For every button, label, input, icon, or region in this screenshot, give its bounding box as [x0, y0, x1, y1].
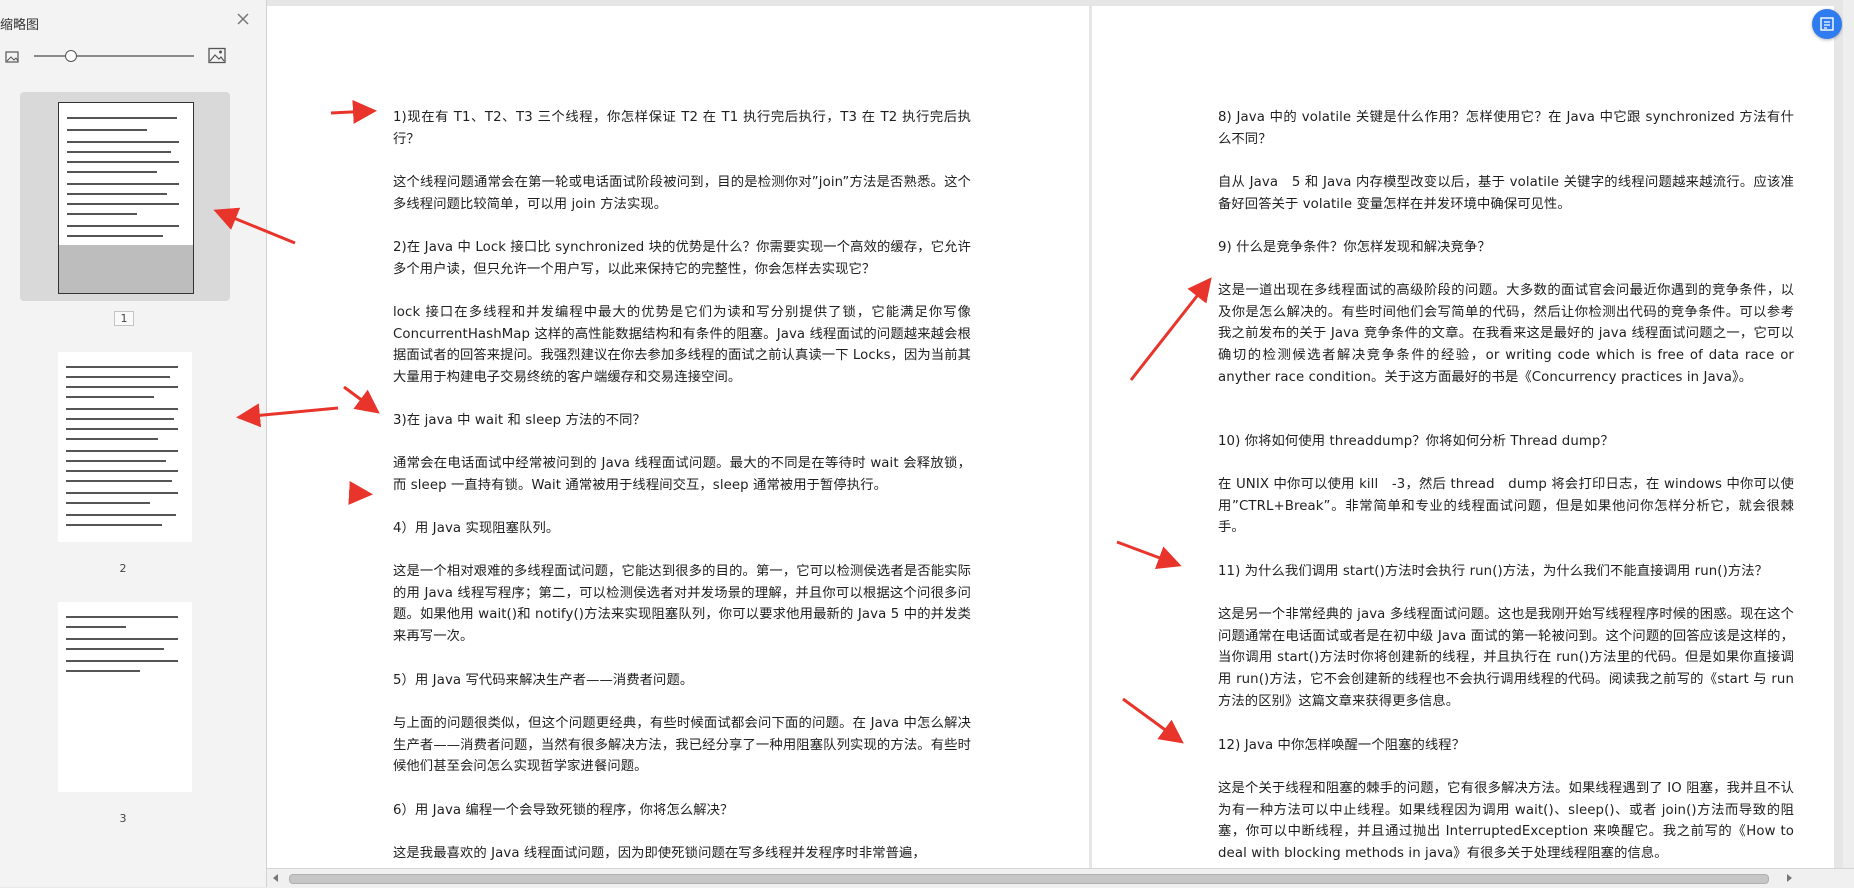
- thumbnail-page-preview: [58, 102, 194, 294]
- document-icon: [1820, 17, 1834, 31]
- scrollbar-thumb[interactable]: [289, 874, 1769, 884]
- annotation-arrows: [213, 99, 1212, 744]
- document-page-right: 8) Java 中的 volatile 关键是什么作用？怎样使用它？在 Java…: [1092, 6, 1834, 868]
- document-viewer[interactable]: 1)现在有 T1、T2、T3 三个线程，你怎样保证 T2 在 T1 执行完后执行…: [213, 0, 1854, 868]
- answer-paragraph: 自从 Java 5 和 Java 内存模型改变以后，基于 volatile 关键…: [1218, 175, 1794, 212]
- close-icon[interactable]: [234, 10, 252, 28]
- answer-paragraph: 这是一个相对艰难的多线程面试问题，它能达到很多的目的。第一，它可以检测侯选者是否…: [393, 564, 971, 645]
- question-heading: 1)现在有 T1、T2、T3 三个线程，你怎样保证 T2 在 T1 执行完后执行…: [393, 110, 971, 147]
- scroll-right-arrow-icon[interactable]: [1787, 874, 1792, 882]
- thumbnail-page-number: 2: [119, 562, 127, 575]
- question-heading: 9) 什么是竞争条件？你怎样发现和解决竞争？: [1218, 240, 1491, 255]
- thumbnail-panel: 缩略图 1 2 3: [0, 0, 267, 887]
- thumbnail-page-1[interactable]: [20, 92, 230, 301]
- horizontal-scrollbar[interactable]: [267, 868, 1854, 888]
- zoom-slider[interactable]: [34, 55, 194, 57]
- question-heading: 8) Java 中的 volatile 关键是什么作用？怎样使用它？在 Java…: [1218, 110, 1794, 147]
- question-heading: 2)在 Java 中 Lock 接口比 synchronized 块的优势是什么…: [393, 240, 971, 277]
- thumbnail-page-preview: [58, 352, 192, 542]
- question-heading: 6）用 Java 编程一个会导致死锁的程序，你将怎么解决？: [393, 803, 734, 818]
- panel-title: 缩略图: [0, 18, 40, 33]
- answer-paragraph: 这是一道出现在多线程面试的高级阶段的问题。大多数的面试官会问最近你遇到的竞争条件…: [1218, 283, 1794, 385]
- document-page-left: 1)现在有 T1、T2、T3 三个线程，你怎样保证 T2 在 T1 执行完后执行…: [267, 6, 1089, 868]
- answer-paragraph: lock 接口在多线程和并发编程中最大的优势是它们为读和写分别提供了锁，它能满足…: [393, 305, 971, 386]
- question-heading: 11) 为什么我们调用 start()方法时会执行 run()方法，为什么我们不…: [1218, 564, 1769, 579]
- scroll-left-arrow-icon[interactable]: [273, 874, 278, 882]
- zoom-slider-handle[interactable]: [65, 50, 77, 62]
- answer-paragraph: 在 UNIX 中你可以使用 kill -3，然后 thread dump 将会打…: [1218, 477, 1794, 536]
- question-heading: 4）用 Java 实现阻塞队列。: [393, 521, 560, 536]
- question-heading: 3)在 java 中 wait 和 sleep 方法的不同？: [393, 413, 646, 428]
- question-heading: 5）用 Java 写代码来解决生产者——消费者问题。: [393, 673, 694, 688]
- document-tools-button[interactable]: [1812, 9, 1842, 39]
- answer-paragraph: 这个线程问题通常会在第一轮或电话面试阶段被问到，目的是检测你对”join”方法是…: [393, 175, 971, 212]
- thumbnail-page-preview: [58, 602, 192, 792]
- answer-paragraph: 这是我最喜欢的 Java 线程面试问题，因为即使死锁问题在写多线程并发程序时非常…: [393, 846, 926, 861]
- answer-paragraph: 这是另一个非常经典的 java 多线程面试问题。这也是我刚开始写线程程序时候的困…: [1218, 607, 1794, 709]
- thumbnail-page-number: 3: [119, 812, 127, 825]
- thumbnail-page-2[interactable]: [20, 342, 230, 552]
- image-large-icon[interactable]: [208, 47, 226, 64]
- answer-paragraph: 与上面的问题很类似，但这个问题更经典，有些时候面试都会问下面的问题。在 Java…: [393, 716, 971, 775]
- image-small-icon[interactable]: [5, 49, 19, 63]
- question-heading: 10) 你将如何使用 threaddump？你将如何分析 Thread dump…: [1218, 434, 1614, 449]
- answer-paragraph: 这是个关于线程和阻塞的棘手的问题，它有很多解决方法。如果线程遇到了 IO 阻塞，…: [1218, 781, 1794, 862]
- answer-paragraph: 通常会在电话面试中经常被问到的 Java 线程面试问题。最大的不同是在等待时 w…: [393, 456, 971, 493]
- thumbnail-page-number: 1: [114, 311, 134, 326]
- vertical-scrollbar[interactable]: [1843, 0, 1854, 868]
- thumbnail-page-3[interactable]: [20, 592, 230, 802]
- question-heading: 12) Java 中你怎样唤醒一个阻塞的线程？: [1218, 738, 1466, 753]
